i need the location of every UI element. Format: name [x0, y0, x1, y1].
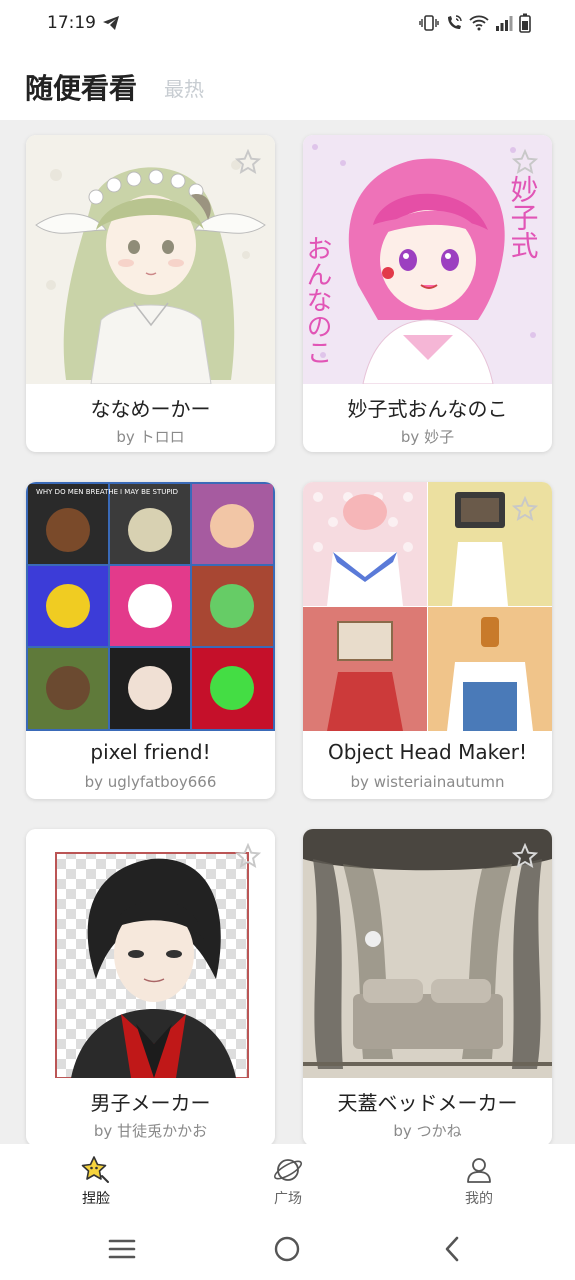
battery-icon	[519, 13, 531, 33]
maker-title: 妙子式おんなのこ	[347, 397, 508, 421]
maker-card[interactable]: Object Head Maker! by wisteriainautumn	[303, 482, 552, 799]
telegram-icon	[103, 16, 119, 30]
favorite-star-icon[interactable]	[235, 149, 261, 175]
nav-item-square[interactable]: 广场	[248, 1154, 328, 1208]
maker-card[interactable]: WHY DO MEN BREATHE I MAY BE STUPID pixel…	[26, 482, 275, 799]
maker-title: ななめーかー	[90, 397, 211, 421]
wifi-call-icon	[448, 15, 462, 29]
maker-title: pixel friend!	[90, 740, 211, 764]
favorite-star-icon[interactable]	[235, 843, 261, 869]
bottom-nav: 捏脸 广场 我的	[0, 1144, 575, 1220]
vibrate-icon	[419, 15, 439, 31]
tab-hottest[interactable]: 最热	[164, 73, 204, 102]
signal-icon	[496, 16, 513, 31]
maker-author: by 甘徒兎かかお	[93, 1122, 208, 1140]
favorite-star-icon[interactable]	[512, 149, 538, 175]
wifi-icon	[469, 15, 489, 31]
maker-card[interactable]: 天蓋ベッドメーカー by つかね	[303, 829, 552, 1144]
maker-author: by wisteriainautumn	[350, 773, 505, 791]
maker-author: by つかね	[393, 1122, 462, 1140]
status-bar: 17:19	[0, 0, 575, 48]
system-nav-bar	[0, 1220, 575, 1280]
back-icon[interactable]	[438, 1234, 468, 1264]
maker-grid: ななめーかー by トロロ おんなのこ 妙子式 妙子式おんなのこ by 妙子 W…	[0, 120, 575, 1144]
nav-label: 广场	[274, 1191, 302, 1207]
planet-icon	[273, 1159, 303, 1181]
home-icon[interactable]	[272, 1234, 302, 1264]
favorite-star-icon[interactable]	[512, 843, 538, 869]
recent-apps-icon[interactable]	[107, 1234, 137, 1264]
thumb-text: I MAY BE STUPID	[120, 488, 178, 496]
maker-title: 男子メーカー	[90, 1091, 211, 1115]
favorite-star-icon[interactable]	[512, 496, 538, 522]
nav-label: 捏脸	[82, 1191, 110, 1207]
maker-thumbnail: WHY DO MEN BREATHE I MAY BE STUPID	[26, 482, 275, 731]
person-icon	[467, 1158, 491, 1183]
maker-author: by 妙子	[400, 428, 455, 446]
status-time: 17:19	[47, 13, 96, 33]
star-face-icon	[81, 1156, 109, 1183]
nav-label: 我的	[465, 1191, 493, 1207]
maker-card[interactable]: ななめーかー by トロロ	[26, 135, 275, 452]
tab-random[interactable]: 随便看看	[25, 67, 137, 107]
nav-item-mine[interactable]: 我的	[439, 1154, 519, 1208]
thumb-text: WHY DO MEN BREATHE	[36, 488, 118, 496]
maker-author: by トロロ	[116, 428, 185, 446]
maker-author: by uglyfatboy666	[84, 773, 217, 791]
thumb-text: 妙子式	[507, 175, 540, 259]
header: 随便看看 最热	[0, 48, 575, 120]
maker-card[interactable]: 男子メーカー by 甘徒兎かかお	[26, 829, 275, 1144]
nav-item-face[interactable]: 捏脸	[56, 1154, 136, 1208]
status-icons	[419, 13, 531, 33]
thumb-text: おんなのこ	[303, 235, 332, 365]
maker-title: 天蓋ベッドメーカー	[337, 1091, 518, 1115]
maker-card[interactable]: おんなのこ 妙子式 妙子式おんなのこ by 妙子	[303, 135, 552, 452]
maker-title: Object Head Maker!	[327, 740, 528, 764]
